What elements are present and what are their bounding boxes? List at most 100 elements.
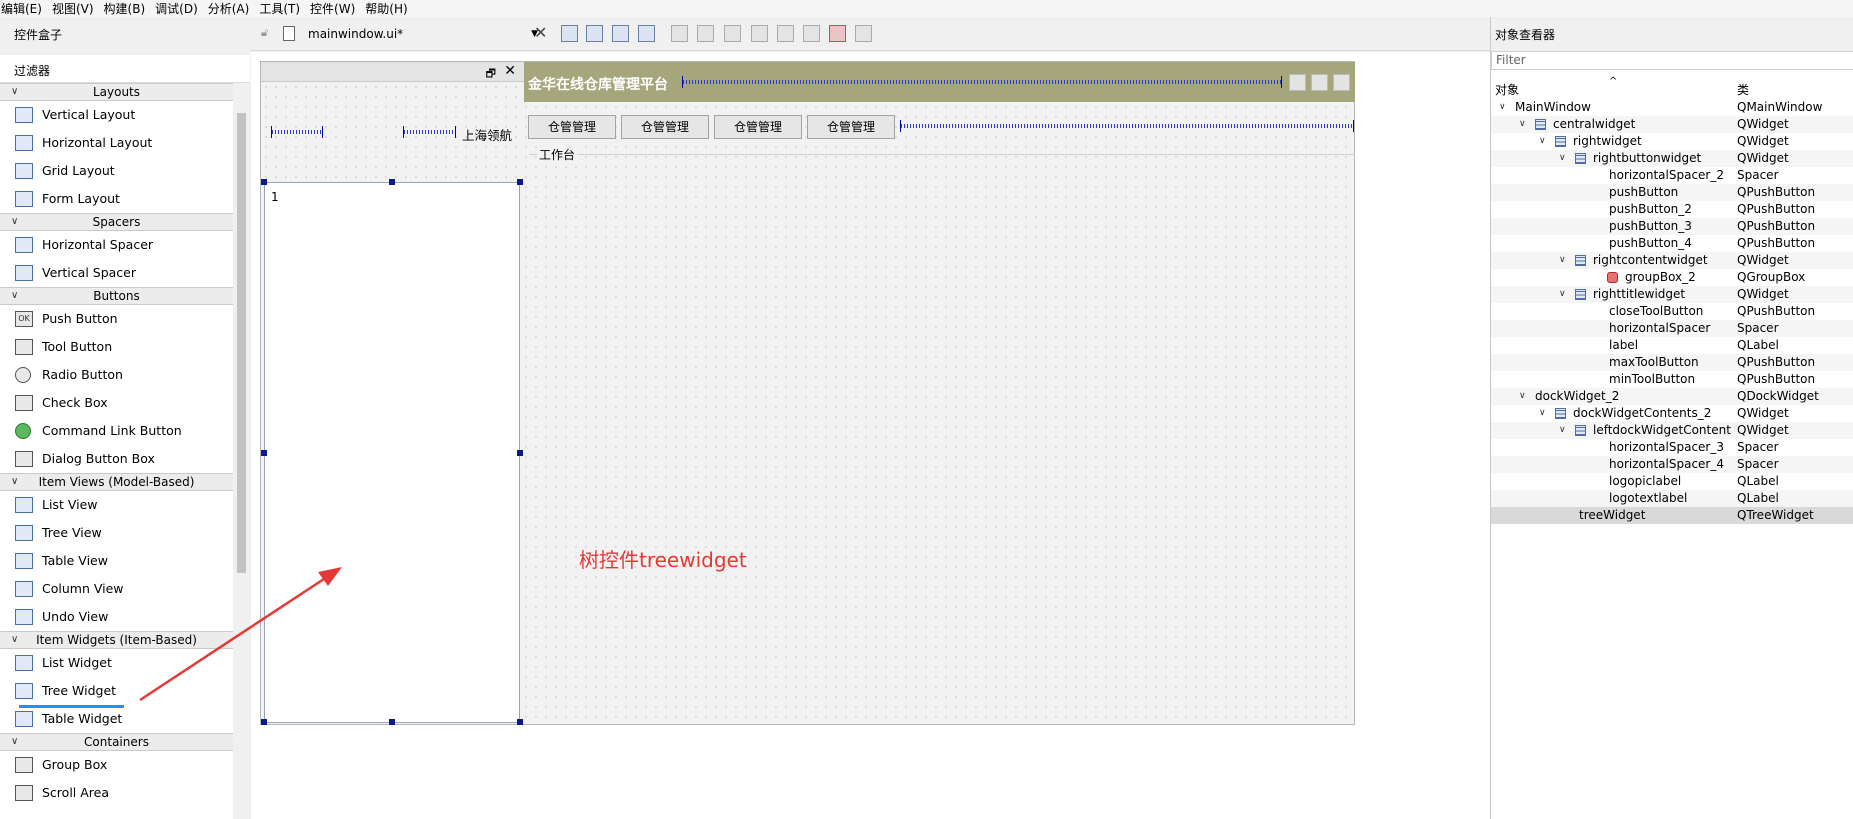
dock-title-bar[interactable]: 🗗︎ ✕ <box>261 62 524 82</box>
widget-item[interactable]: Tree Widget <box>0 677 233 705</box>
object-row[interactable]: groupBox_2 QGroupBox <box>1491 269 1853 286</box>
widget-item[interactable]: Horizontal Layout <box>0 129 233 157</box>
dock-widget[interactable]: 🗗︎ ✕ 上海领航 1 <box>261 62 524 725</box>
widget-item[interactable]: Command Link Button <box>0 417 233 445</box>
object-row[interactable]: pushButton QPushButton <box>1491 184 1853 201</box>
resize-handle[interactable] <box>261 719 267 725</box>
layout-horizontal-icon[interactable] <box>671 25 688 42</box>
object-row[interactable]: ∨ centralwidget QWidget <box>1491 116 1853 133</box>
edit-signals-icon[interactable] <box>586 25 603 42</box>
widget-item[interactable]: Grid Layout <box>0 157 233 185</box>
object-row[interactable]: logotextlabel QLabel <box>1491 490 1853 507</box>
object-row[interactable]: ∨ righttitlewidget QWidget <box>1491 286 1853 303</box>
push-button-4[interactable]: 仓管管理 <box>807 115 895 139</box>
widget-item[interactable]: Horizontal Spacer <box>0 231 233 259</box>
menu-item[interactable]: 调试(D) <box>154 0 207 17</box>
resize-handle[interactable] <box>261 179 267 185</box>
object-row[interactable]: horizontalSpacer_2 Spacer <box>1491 167 1853 184</box>
min-tool-button[interactable] <box>1289 74 1306 91</box>
object-row[interactable]: logopiclabel QLabel <box>1491 473 1853 490</box>
expand-chevron-icon[interactable]: ∨ <box>1539 405 1546 422</box>
edit-buddies-icon[interactable] <box>612 25 629 42</box>
layout-vertical-icon[interactable] <box>697 25 714 42</box>
object-row[interactable]: ∨ rightwidget QWidget <box>1491 133 1853 150</box>
layout-form-icon[interactable] <box>777 25 794 42</box>
category-header[interactable]: ∨ Buttons <box>0 287 233 305</box>
float-icon[interactable]: 🗗︎ <box>486 65 496 84</box>
expand-chevron-icon[interactable]: ∨ <box>1559 252 1566 269</box>
object-row[interactable]: ∨ rightcontentwidget QWidget <box>1491 252 1853 269</box>
widget-item[interactable]: List View <box>0 491 233 519</box>
resize-handle[interactable] <box>389 179 395 185</box>
object-row[interactable]: minToolButton QPushButton <box>1491 371 1853 388</box>
widget-item[interactable]: List Widget <box>0 649 233 677</box>
widget-item[interactable]: Column View <box>0 575 233 603</box>
layout-h-splitter-icon[interactable] <box>724 25 741 42</box>
resize-handle[interactable] <box>389 719 395 725</box>
edit-tab-order-icon[interactable] <box>638 25 655 42</box>
tree-item[interactable]: 1 <box>271 190 279 204</box>
horizontal-spacer-2[interactable] <box>900 120 1354 132</box>
category-header[interactable]: ∨ Item Widgets (Item-Based) <box>0 631 233 649</box>
object-row[interactable]: maxToolButton QPushButton <box>1491 354 1853 371</box>
object-row[interactable]: pushButton_4 QPushButton <box>1491 235 1853 252</box>
close-file-icon[interactable]: ✕ <box>534 23 547 42</box>
widget-item[interactable]: Tree View <box>0 519 233 547</box>
main-window-form[interactable]: 🗗︎ ✕ 上海领航 1 金华在线仓库管理平台 仓管管理 仓管管理 仓管管理 仓管… <box>260 61 1355 725</box>
edit-widgets-icon[interactable] <box>561 25 578 42</box>
file-selector[interactable]: mainwindow.ui* ▼ <box>273 23 538 45</box>
max-tool-button[interactable] <box>1311 74 1328 91</box>
menu-item[interactable]: 帮助(H) <box>364 0 416 17</box>
category-header[interactable]: ∨ Layouts <box>0 83 233 101</box>
object-row[interactable]: treeWidget QTreeWidget <box>1491 507 1853 524</box>
menu-item[interactable]: 视图(V) <box>51 0 103 17</box>
widget-item[interactable]: Group Box <box>0 751 233 779</box>
horizontal-spacer[interactable] <box>682 76 1282 88</box>
menu-item[interactable]: 编辑(E) <box>0 0 51 17</box>
widget-item[interactable]: Vertical Layout <box>0 101 233 129</box>
menu-item[interactable]: 工具(T) <box>258 0 309 17</box>
expand-chevron-icon[interactable]: ∨ <box>1559 286 1566 303</box>
expand-chevron-icon[interactable]: ∨ <box>1499 99 1506 116</box>
widget-item[interactable]: Check Box <box>0 389 233 417</box>
object-row[interactable]: ∨ dockWidgetContents_2 QWidget <box>1491 405 1853 422</box>
category-header[interactable]: ∨ Item Views (Model-Based) <box>0 473 233 491</box>
resize-handle[interactable] <box>517 719 523 725</box>
push-button-2[interactable]: 仓管管理 <box>621 115 709 139</box>
object-row[interactable]: ∨ MainWindow QMainWindow <box>1491 99 1853 116</box>
object-row[interactable]: closeToolButton QPushButton <box>1491 303 1853 320</box>
widget-item[interactable]: Form Layout <box>0 185 233 213</box>
object-row[interactable]: pushButton_3 QPushButton <box>1491 218 1853 235</box>
expand-chevron-icon[interactable]: ∨ <box>1539 133 1546 150</box>
widget-item[interactable]: Vertical Spacer <box>0 259 233 287</box>
menu-item[interactable]: 控件(W) <box>309 0 364 17</box>
adjust-size-icon[interactable] <box>855 25 872 42</box>
menu-item[interactable]: 分析(A) <box>207 0 259 17</box>
widget-item[interactable]: Table View <box>0 547 233 575</box>
close-tool-button[interactable] <box>1333 74 1350 91</box>
widget-box-filter-input[interactable]: 过滤器 <box>0 55 250 83</box>
widget-item[interactable]: Dialog Button Box <box>0 445 233 473</box>
object-row[interactable]: ∨ rightbuttonwidget QWidget <box>1491 150 1853 167</box>
object-row[interactable]: ∨ dockWidget_2 QDockWidget <box>1491 388 1853 405</box>
widget-item[interactable]: Radio Button <box>0 361 233 389</box>
category-header[interactable]: ∨ Containers <box>0 733 233 751</box>
expand-chevron-icon[interactable]: ∨ <box>1559 422 1566 439</box>
menu-item[interactable]: 构建(B) <box>103 0 155 17</box>
horizontal-spacer-3[interactable] <box>271 126 323 138</box>
object-row[interactable]: horizontalSpacer Spacer <box>1491 320 1853 337</box>
resize-handle[interactable] <box>261 450 267 456</box>
expand-chevron-icon[interactable]: ∨ <box>1519 116 1526 133</box>
object-filter-input[interactable]: Filter <box>1491 51 1853 70</box>
tree-widget[interactable]: 1 <box>264 182 520 723</box>
object-row[interactable]: horizontalSpacer_4 Spacer <box>1491 456 1853 473</box>
layout-v-splitter-icon[interactable] <box>751 25 768 42</box>
layout-grid-icon[interactable] <box>803 25 820 42</box>
column-header-class[interactable]: 类 <box>1737 81 1749 98</box>
widget-item[interactable]: Table Widget <box>0 705 233 733</box>
widget-item[interactable]: Undo View <box>0 603 233 631</box>
dock-close-icon[interactable]: ✕ <box>504 63 516 79</box>
push-button-1[interactable]: 仓管管理 <box>528 115 616 139</box>
expand-chevron-icon[interactable]: ∨ <box>1519 388 1526 405</box>
widget-box-scrollbar[interactable] <box>233 83 250 819</box>
